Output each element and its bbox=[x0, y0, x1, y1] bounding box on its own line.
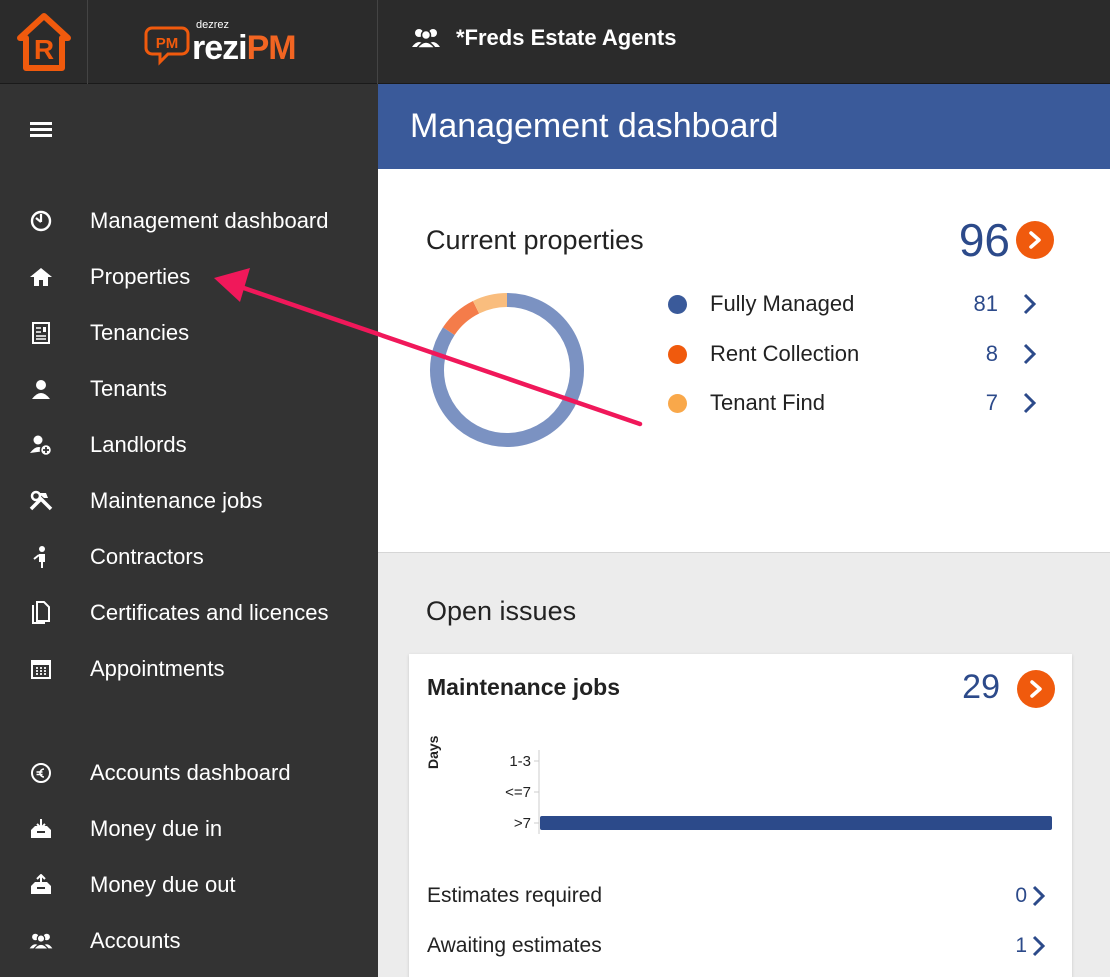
properties-donut-chart bbox=[430, 293, 584, 447]
sidebar-item-label: Accounts dashboard bbox=[90, 760, 291, 785]
chart-tick-label: >7 bbox=[514, 815, 531, 832]
sidebar-item-certificates[interactable]: Certificates and licences bbox=[0, 593, 378, 633]
brand-big-text: reziPM bbox=[192, 28, 297, 67]
issue-value: 1 bbox=[1015, 934, 1027, 957]
documents-icon bbox=[28, 600, 54, 626]
legend-row-tenant-find[interactable]: Tenant Find 7 bbox=[668, 388, 1048, 418]
chart-tick-label: 1-3 bbox=[509, 753, 531, 770]
open-issues-title: Open issues bbox=[426, 596, 577, 626]
sidebar-item-label: Properties bbox=[90, 264, 191, 289]
sidebar-item-contractors[interactable]: Contractors bbox=[0, 537, 378, 577]
worker-icon bbox=[28, 544, 54, 570]
dashboard-icon bbox=[28, 208, 54, 234]
sidebar-item-label: Appointments bbox=[90, 656, 225, 681]
brand-suffix: PM bbox=[246, 28, 297, 67]
sidebar-item-tenants[interactable]: Tenants bbox=[0, 369, 378, 409]
sidebar-item-money-due-in[interactable]: Money due in bbox=[0, 809, 378, 849]
sidebar-item-label: Landlords bbox=[90, 432, 187, 457]
top-bar: R PM dezrez reziPM *Freds Estate Agents bbox=[0, 0, 1110, 84]
sidebar-item-properties[interactable]: Properties bbox=[0, 257, 378, 297]
legend-value: 8 bbox=[985, 341, 998, 366]
chart-y-axis-label: Days bbox=[425, 735, 441, 769]
sidebar-item-tenancies[interactable]: Tenancies bbox=[0, 313, 378, 353]
chevron-right-icon[interactable] bbox=[1031, 884, 1047, 908]
chevron-right-icon[interactable] bbox=[1031, 934, 1047, 958]
maintenance-jobs-card: Maintenance jobs 29 Days 1-3 <=7 >7 Estima… bbox=[409, 654, 1072, 977]
legend-value: 7 bbox=[985, 390, 998, 415]
sidebar-item-label: Certificates and licences bbox=[90, 600, 329, 625]
current-properties-total: 96 bbox=[958, 214, 1010, 266]
contract-icon bbox=[28, 320, 54, 346]
legend-row-rent-collection[interactable]: Rent Collection 8 bbox=[668, 339, 1048, 369]
sidebar-item-label: Maintenance jobs bbox=[90, 488, 263, 513]
inbox-in-icon bbox=[28, 816, 54, 842]
donut-slice-rent-collection bbox=[442, 300, 480, 336]
sidebar-item-label: Money due in bbox=[90, 816, 223, 841]
rezi-house-logo-icon: R bbox=[16, 13, 71, 71]
sidebar-item-accounts[interactable]: Accounts bbox=[0, 921, 378, 961]
maintenance-jobs-title: Maintenance jobs bbox=[427, 674, 620, 700]
sidebar-item-accounts-dashboard[interactable]: Accounts dashboard bbox=[0, 753, 378, 793]
maintenance-jobs-go-button[interactable] bbox=[1017, 670, 1055, 708]
inbox-out-icon bbox=[28, 872, 54, 898]
page-title: Management dashboard bbox=[410, 107, 779, 145]
legend-name: Tenant Find bbox=[710, 390, 825, 415]
current-properties-go-button[interactable] bbox=[1016, 221, 1054, 259]
agency-switcher[interactable]: *Freds Estate Agents bbox=[410, 0, 676, 76]
sidebar-item-money-due-out[interactable]: Money due out bbox=[0, 865, 378, 905]
chevron-right-icon[interactable] bbox=[1022, 292, 1038, 316]
current-properties-title: Current properties bbox=[426, 225, 644, 255]
issue-value: 0 bbox=[1015, 884, 1027, 907]
sidebar-item-label: Tenancies bbox=[90, 320, 190, 345]
brand-logo[interactable]: PM dezrez reziPM bbox=[88, 0, 378, 84]
sidebar-item-label: Contractors bbox=[90, 544, 204, 569]
current-properties-panel: Current properties 96 Fully Managed 81 R… bbox=[378, 169, 1110, 553]
page-header: Management dashboard bbox=[378, 84, 1110, 169]
pm-badge-icon: PM bbox=[144, 22, 190, 66]
rezi-logo[interactable]: R bbox=[0, 0, 88, 84]
chart-bar bbox=[540, 816, 1052, 830]
legend-dot bbox=[668, 344, 687, 364]
issue-row-awaiting-estimates[interactable]: Awaiting estimates 1 bbox=[427, 931, 1057, 961]
legend-dot bbox=[668, 294, 687, 314]
group-icon bbox=[28, 928, 54, 954]
chevron-right-icon[interactable] bbox=[1022, 342, 1038, 366]
tools-icon bbox=[28, 488, 54, 514]
group-icon bbox=[412, 29, 440, 49]
menu-toggle-icon[interactable] bbox=[30, 122, 52, 140]
sidebar-item-label: Tenants bbox=[90, 376, 168, 401]
sidebar-item-landlords[interactable]: Landlords bbox=[0, 425, 378, 465]
euro-icon bbox=[28, 760, 54, 786]
sidebar-item-management-dashboard[interactable]: Management dashboard bbox=[0, 201, 378, 241]
home-icon bbox=[28, 264, 54, 290]
agency-name: *Freds Estate Agents bbox=[456, 25, 677, 50]
sidebar-item-maintenance-jobs[interactable]: Maintenance jobs bbox=[0, 481, 378, 521]
issue-label: Awaiting estimates bbox=[427, 934, 602, 957]
chevron-right-icon[interactable] bbox=[1022, 391, 1038, 415]
sidebar-item-label: Accounts bbox=[90, 928, 181, 953]
user-icon bbox=[28, 376, 54, 402]
brand-wordmark: dezrez reziPM bbox=[192, 19, 297, 67]
svg-text:R: R bbox=[33, 34, 53, 65]
sidebar-item-label: Management dashboard bbox=[90, 208, 329, 233]
pm-badge-text: PM bbox=[156, 35, 179, 52]
maintenance-jobs-count: 29 bbox=[962, 668, 1000, 706]
legend-dot bbox=[668, 393, 687, 413]
donut-slice-tenant-find bbox=[472, 293, 508, 314]
issue-label: Estimates required bbox=[427, 884, 603, 907]
legend-row-fully-managed[interactable]: Fully Managed 81 bbox=[668, 289, 1048, 319]
sidebar-item-label: Money due out bbox=[90, 872, 236, 897]
sidebar-item-appointments[interactable]: Appointments bbox=[0, 649, 378, 689]
legend-name: Fully Managed bbox=[710, 291, 855, 316]
chevron-right-icon bbox=[1029, 231, 1041, 249]
legend-name: Rent Collection bbox=[710, 341, 860, 366]
chart-tick-label: <=7 bbox=[505, 784, 531, 801]
calendar-icon bbox=[28, 656, 54, 682]
brand-prefix: rezi bbox=[192, 28, 248, 67]
issue-row-estimates-required[interactable]: Estimates required 0 bbox=[427, 881, 1057, 911]
landlord-icon bbox=[28, 432, 54, 458]
legend-value: 81 bbox=[973, 291, 998, 316]
chevron-right-icon bbox=[1030, 680, 1042, 698]
maintenance-days-bar-chart: 1-3 <=7 >7 bbox=[505, 750, 1052, 834]
